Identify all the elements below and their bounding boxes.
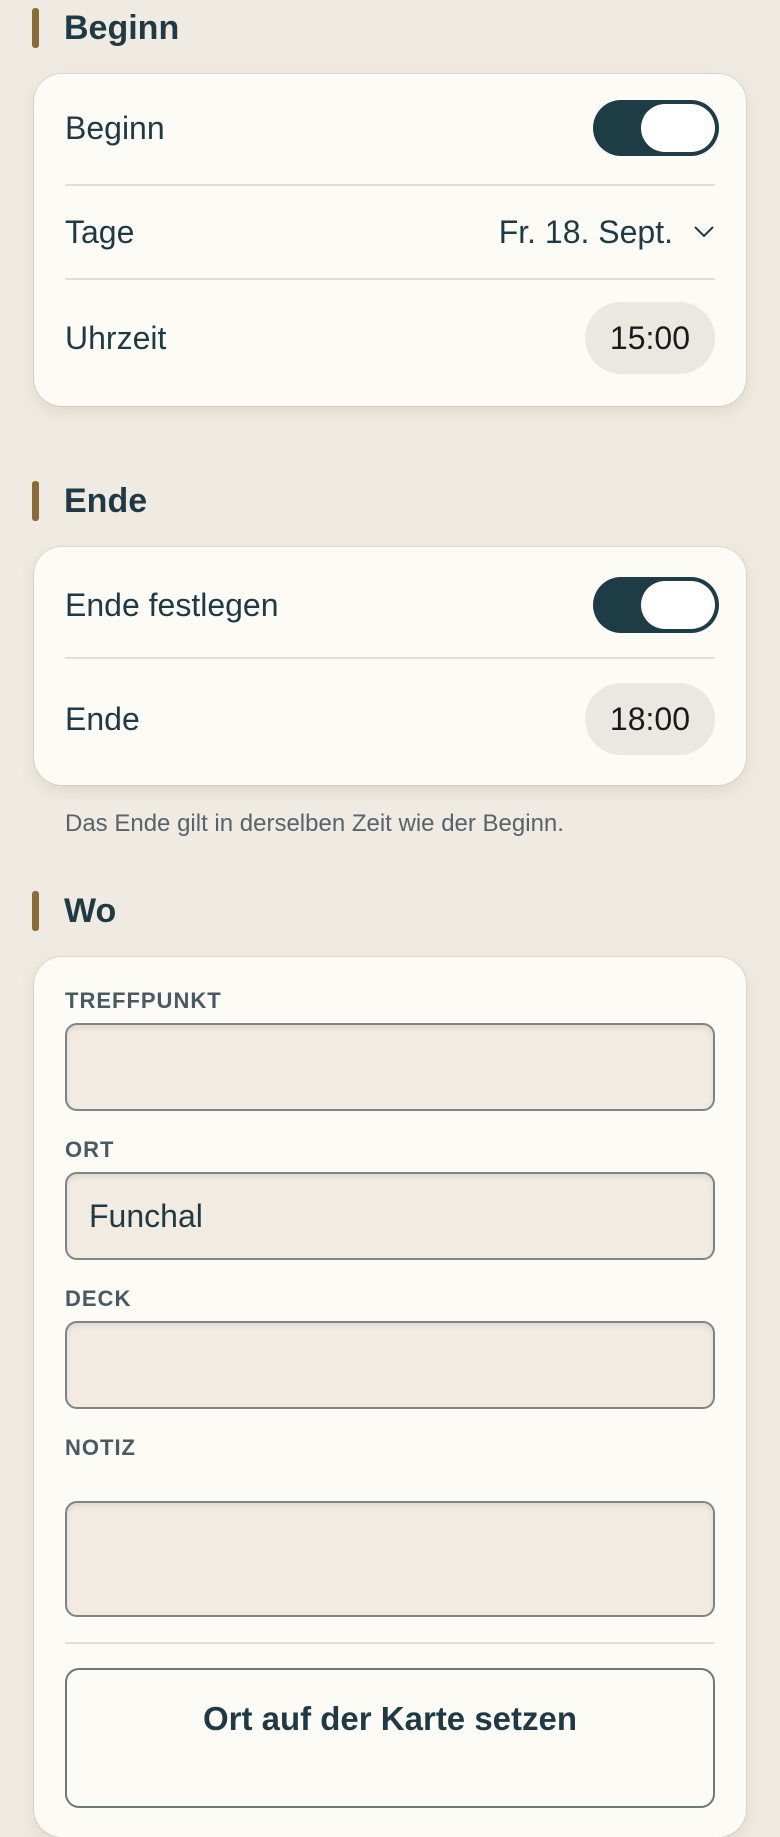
chevron-down-icon	[694, 226, 714, 238]
start-toggle-row: Beginn	[65, 98, 719, 158]
start-time-pill[interactable]: 15:00	[584, 302, 715, 374]
divider	[65, 278, 715, 280]
end-toggle[interactable]	[593, 577, 719, 633]
meeting-point-input[interactable]	[65, 1023, 715, 1111]
end-section-header: Ende	[32, 480, 147, 522]
start-toggle[interactable]	[593, 100, 719, 156]
start-day-label: Tage	[65, 213, 135, 250]
section-accent-bar	[32, 891, 39, 931]
end-card: Ende festlegen Ende 18:00	[34, 547, 746, 785]
end-hint-text: Das Ende gilt in derselben Zeit wie der …	[65, 810, 564, 837]
toggle-knob	[641, 581, 715, 629]
note-label: NOTIZ	[65, 1435, 136, 1460]
end-time-pill[interactable]: 18:00	[584, 683, 715, 755]
start-time-row: Uhrzeit 15:00	[65, 302, 715, 374]
start-day-value: Fr. 18. Sept.	[498, 213, 673, 250]
place-label: ORT	[65, 1137, 115, 1162]
start-card: Beginn Tage Fr. 18. Sept. Uhrzeit 15:00	[34, 74, 746, 406]
divider	[65, 1642, 715, 1644]
start-section-title: Beginn	[64, 8, 180, 47]
deck-label: DECK	[65, 1286, 132, 1311]
end-toggle-row: Ende festlegen	[65, 575, 719, 635]
end-time-label: Ende	[65, 700, 140, 737]
start-day-row: Tage Fr. 18. Sept.	[65, 200, 715, 264]
where-card: TREFFPUNKT ORT DECK NOTIZ Ort auf der Ka…	[34, 957, 746, 1837]
set-location-on-map-button[interactable]: Ort auf der Karte setzen	[65, 1668, 715, 1808]
end-toggle-label: Ende festlegen	[65, 586, 279, 623]
section-accent-bar	[32, 8, 39, 48]
start-section-header: Beginn	[32, 7, 179, 49]
divider	[65, 657, 715, 659]
place-input[interactable]	[65, 1172, 715, 1260]
toggle-knob	[641, 104, 715, 152]
divider	[65, 184, 715, 186]
end-time-row: Ende 18:00	[65, 683, 715, 755]
meeting-point-label: TREFFPUNKT	[65, 988, 222, 1013]
where-section-title: Wo	[64, 891, 117, 930]
start-toggle-label: Beginn	[65, 109, 165, 146]
note-textarea[interactable]	[65, 1501, 715, 1617]
end-section-title: Ende	[64, 481, 148, 520]
start-day-select[interactable]: Fr. 18. Sept.	[499, 214, 715, 251]
section-accent-bar	[32, 481, 39, 521]
start-time-label: Uhrzeit	[65, 319, 167, 356]
deck-input[interactable]	[65, 1321, 715, 1409]
where-section-header: Wo	[32, 890, 116, 932]
